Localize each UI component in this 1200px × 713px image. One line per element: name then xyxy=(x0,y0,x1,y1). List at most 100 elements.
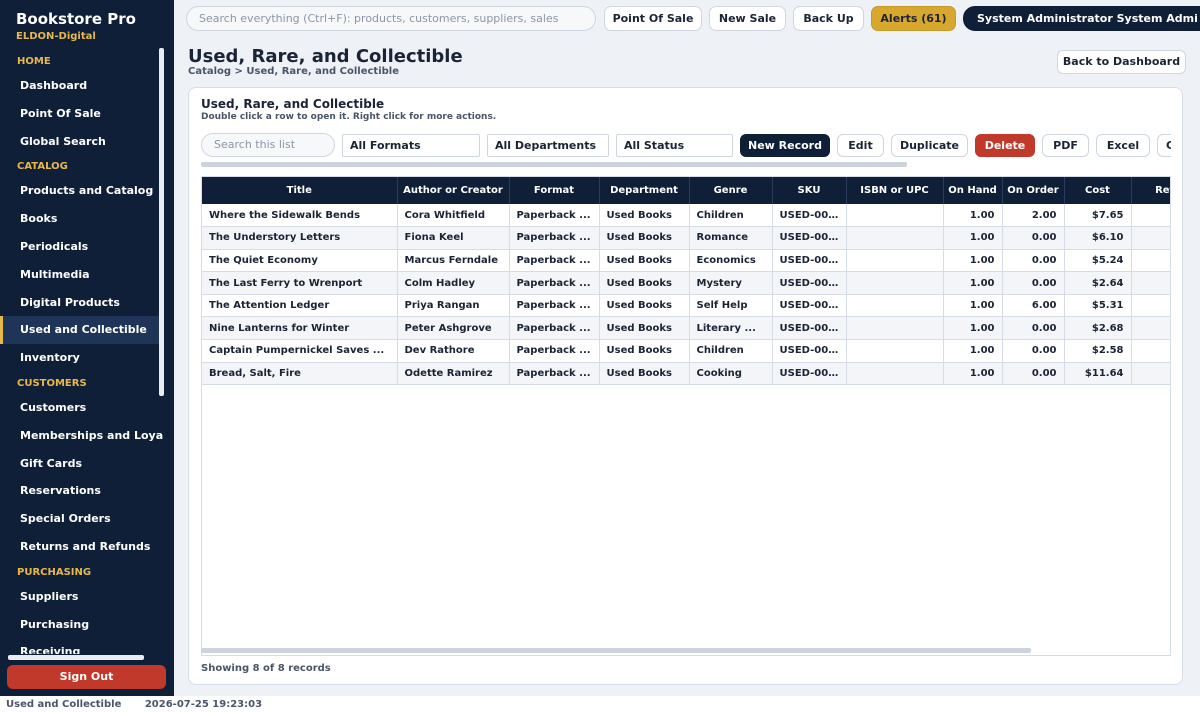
new-record-button[interactable]: New Record xyxy=(740,134,830,157)
sidebar-item-products-and-catalog[interactable]: Products and Catalog xyxy=(0,177,164,205)
sidebar-item-inventory[interactable]: Inventory xyxy=(0,344,164,372)
cell-on-hand: 1.00 xyxy=(943,316,1003,341)
cell-sku: USED-00... xyxy=(772,204,847,228)
sidebar-item-gift-cards[interactable]: Gift Cards xyxy=(0,450,164,478)
app-title: Bookstore Pro xyxy=(16,10,136,28)
delete-button[interactable]: Delete xyxy=(975,134,1035,157)
cell-title: The Understory Letters xyxy=(202,226,398,250)
sidebar-horizontal-scrollbar[interactable] xyxy=(8,655,144,660)
column-header-genre[interactable]: Genre xyxy=(689,177,773,204)
format-filter-select[interactable]: All Formats xyxy=(342,134,480,157)
new-sale-button[interactable]: New Sale xyxy=(709,6,786,31)
point-of-sale-button[interactable]: Point Of Sale xyxy=(604,6,702,31)
app-subtitle: ELDON-Digital xyxy=(16,31,96,42)
user-menu-button[interactable]: System Administrator System Admi xyxy=(963,6,1200,31)
column-header-cost[interactable]: Cost xyxy=(1064,177,1132,204)
column-header-title[interactable]: Title xyxy=(202,177,398,204)
cell-retail: $14 xyxy=(1131,249,1170,273)
cell-cost: $7.65 xyxy=(1064,204,1132,228)
sidebar-item-suppliers[interactable]: Suppliers xyxy=(0,583,164,611)
excel-button[interactable]: Excel xyxy=(1096,134,1150,157)
sidebar-item-global-search[interactable]: Global Search xyxy=(0,128,164,156)
column-header-department[interactable]: Department xyxy=(599,177,690,204)
cell-on-hand: 1.00 xyxy=(943,249,1003,273)
table-row[interactable]: The Understory Letters Fiona Keel Paperbac… xyxy=(202,226,1170,250)
table-row[interactable]: The Attention Ledger Priya Rangan Paperbac… xyxy=(202,294,1170,318)
cell-department: Used Books xyxy=(599,204,690,228)
table-row[interactable]: The Quiet Economy Marcus Ferndale Paperbac… xyxy=(202,249,1170,273)
cell-department: Used Books xyxy=(599,249,690,273)
column-header-on-order[interactable]: On Order xyxy=(1002,177,1065,204)
table-row[interactable]: Nine Lanterns for Winter Peter Ashgrove Pa… xyxy=(202,316,1170,341)
cell-isbn-or-upc xyxy=(846,249,944,273)
table-row[interactable]: Where the Sidewalk Bends Cora Whitfield Pa… xyxy=(202,204,1170,228)
column-header-isbn-or-upc[interactable]: ISBN or UPC xyxy=(846,177,944,204)
column-header-sku[interactable]: SKU xyxy=(772,177,847,204)
sidebar-item-special-orders[interactable]: Special Orders xyxy=(0,505,164,533)
table-row[interactable]: Bread, Salt, Fire Odette Ramirez Paperback… xyxy=(202,362,1170,386)
sidebar-scrollbar[interactable] xyxy=(159,48,164,396)
cell-cost: $2.68 xyxy=(1064,316,1132,341)
cell-genre: Romance xyxy=(689,226,773,250)
duplicate-button[interactable]: Duplicate xyxy=(891,134,968,157)
list-search-input[interactable]: Search this list xyxy=(201,133,335,157)
cell-title: The Attention Ledger xyxy=(202,294,398,318)
table-row[interactable]: The Last Ferry to Wrenport Colm Hadley Pap… xyxy=(202,271,1170,295)
cell-author-or-creator: Priya Rangan xyxy=(397,294,510,318)
sidebar-item-customers[interactable]: Customers xyxy=(0,394,164,422)
back-to-dashboard-button[interactable]: Back to Dashboard xyxy=(1057,50,1186,74)
sidebar-item-multimedia[interactable]: Multimedia xyxy=(0,261,164,289)
cell-retail: $33 xyxy=(1131,362,1170,386)
sidebar-item-books[interactable]: Books xyxy=(0,205,164,233)
column-header-format[interactable]: Format xyxy=(509,177,600,204)
sidebar-section-catalog: CATALOG xyxy=(17,161,68,173)
cell-on-order: 0.00 xyxy=(1002,362,1065,386)
toolbar-scrollbar[interactable] xyxy=(201,162,907,167)
department-filter-select[interactable]: All Departments xyxy=(487,134,609,157)
sidebar-item-receiving[interactable]: Receiving xyxy=(0,638,164,654)
cell-isbn-or-upc xyxy=(846,316,944,341)
table-row[interactable]: Captain Pumpernickel Saves ... Dev Rathor… xyxy=(202,339,1170,363)
sidebar-item-digital-products[interactable]: Digital Products xyxy=(0,289,164,317)
sidebar-item-returns-and-refunds[interactable]: Returns and Refunds xyxy=(0,533,164,561)
cell-format: Paperback ... xyxy=(509,226,600,250)
alerts-button[interactable]: Alerts (61) xyxy=(871,6,956,31)
cell-isbn-or-upc xyxy=(846,362,944,386)
cell-sku: USED-00... xyxy=(772,362,847,386)
cell-on-order: 0.00 xyxy=(1002,271,1065,295)
global-search-input[interactable]: Search everything (Ctrl+F): products, cu… xyxy=(186,6,596,31)
pdf-button[interactable]: PDF xyxy=(1042,134,1089,157)
column-header-on-hand[interactable]: On Hand xyxy=(943,177,1003,204)
cell-author-or-creator: Dev Rathore xyxy=(397,339,510,363)
back-up-button[interactable]: Back Up xyxy=(793,6,864,31)
cell-department: Used Books xyxy=(599,339,690,363)
sign-out-button[interactable]: Sign Out xyxy=(7,665,166,689)
cell-on-hand: 1.00 xyxy=(943,271,1003,295)
sidebar-item-reservations[interactable]: Reservations xyxy=(0,477,164,505)
cell-on-order: 0.00 xyxy=(1002,339,1065,363)
cell-sku: USED-00... xyxy=(772,271,847,295)
cell-author-or-creator: Cora Whitfield xyxy=(397,204,510,228)
sidebar-section-customers: CUSTOMERS xyxy=(17,377,87,389)
sidebar-item-periodicals[interactable]: Periodicals xyxy=(0,233,164,261)
sidebar-item-memberships-and-loyalty[interactable]: Memberships and Loyalty xyxy=(0,422,164,450)
cell-author-or-creator: Marcus Ferndale xyxy=(397,249,510,273)
cell-title: Nine Lanterns for Winter xyxy=(202,316,398,341)
status-filter-select[interactable]: All Status xyxy=(616,134,733,157)
sidebar-item-dashboard[interactable]: Dashboard xyxy=(0,72,164,100)
sidebar-item-point-of-sale[interactable]: Point Of Sale xyxy=(0,100,164,128)
sidebar-item-purchasing[interactable]: Purchasing xyxy=(0,611,164,639)
cell-title: Bread, Salt, Fire xyxy=(202,362,398,386)
cell-on-hand: 1.00 xyxy=(943,339,1003,363)
table-horizontal-scrollbar[interactable] xyxy=(201,648,1031,653)
cell-retail: $15 xyxy=(1131,294,1170,318)
cell-retail: $21 xyxy=(1131,204,1170,228)
cell-retail: $17 xyxy=(1131,226,1170,250)
sidebar-item-used-and-collectible[interactable]: Used and Collectible xyxy=(0,316,164,345)
cell-sku: USED-00... xyxy=(772,226,847,250)
column-header-retail[interactable]: Retail xyxy=(1131,177,1170,204)
more-actions-button[interactable]: C xyxy=(1157,134,1171,157)
edit-button[interactable]: Edit xyxy=(837,134,884,157)
column-header-author-or-creator[interactable]: Author or Creator xyxy=(397,177,510,204)
cell-author-or-creator: Fiona Keel xyxy=(397,226,510,250)
